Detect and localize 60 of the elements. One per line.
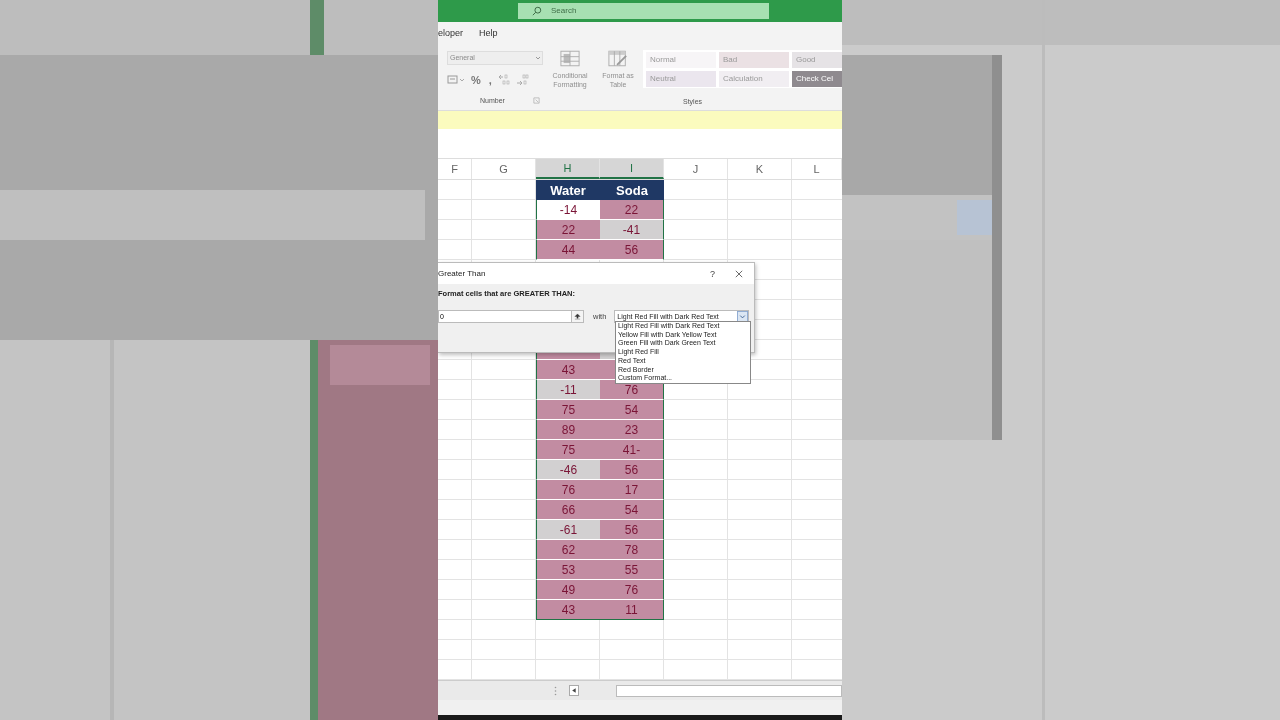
table-cell: 23	[600, 420, 664, 441]
table-cell: 89	[536, 420, 600, 441]
table-cell: -46	[536, 460, 600, 481]
table-cell: 55	[600, 560, 664, 581]
left-triangle-icon	[570, 687, 578, 695]
table-cell: -41	[600, 220, 664, 241]
table-cell: 44	[536, 240, 600, 261]
table-cell: 56	[600, 240, 664, 261]
table-cell: 49	[536, 580, 600, 601]
column-header[interactable]: J	[664, 159, 728, 180]
table-cell: 54	[600, 500, 664, 521]
table-cell: 56	[600, 520, 664, 541]
table-cell: 66	[536, 500, 600, 521]
help-button[interactable]: ?	[710, 268, 715, 279]
table-cell: 76	[536, 480, 600, 501]
number-style-button[interactable]: %	[469, 73, 483, 86]
close-icon[interactable]	[735, 269, 743, 278]
table-cell: -14	[536, 200, 600, 221]
table-header: Water	[536, 180, 600, 201]
search-field[interactable]: Search	[518, 2, 769, 19]
table-grid-icon	[560, 49, 580, 67]
table-cell: 76	[600, 580, 664, 601]
horizontal-scrollbar[interactable]	[616, 684, 842, 697]
dialog-launcher-icon[interactable]	[533, 96, 540, 104]
table-cell: 75	[536, 440, 600, 461]
table-cell: 22	[600, 200, 664, 221]
dialog-title: Greater Than	[438, 269, 487, 278]
table-cell: -61	[536, 520, 600, 541]
decrease-decimal-icon[interactable]	[515, 73, 530, 86]
table-cell: 43	[536, 600, 600, 621]
collapse-dialog-button[interactable]	[571, 310, 584, 323]
number-style-button[interactable]: ,	[486, 73, 494, 86]
ribbon-tab[interactable]: Help	[479, 27, 498, 38]
table-header: Soda	[600, 180, 664, 201]
ribbon-tab[interactable]: eloper	[438, 27, 464, 38]
caret-icon	[737, 311, 749, 322]
upload-arrow-icon	[574, 313, 581, 320]
table-cell: 53	[536, 560, 600, 581]
cell-style-option[interactable]: Check Cel	[792, 70, 842, 87]
table-cell: 54	[600, 400, 664, 421]
table-cell: 75	[536, 400, 600, 421]
table-brush-icon	[608, 49, 628, 67]
table-cell: 22	[536, 220, 600, 241]
table-cell: 43	[536, 360, 600, 381]
split-handle-icon[interactable]	[554, 685, 557, 696]
scroll-left-button[interactable]	[569, 685, 579, 697]
table-cell: 56	[600, 460, 664, 481]
table-cell: 41-	[600, 440, 664, 461]
table-cell: 17	[600, 480, 664, 501]
search-icon	[532, 5, 542, 16]
table-cell: 11	[600, 600, 664, 621]
table-cell: -11	[536, 380, 600, 401]
column-header[interactable]: K	[728, 159, 792, 180]
increase-decimal-icon[interactable]	[497, 73, 512, 86]
accounting-format-icon[interactable]	[447, 73, 465, 86]
column-header[interactable]: F	[438, 159, 472, 180]
column-header[interactable]: H	[536, 159, 600, 180]
table-cell: 78	[600, 540, 664, 561]
column-header[interactable]: I	[600, 159, 664, 180]
table-cell: 62	[536, 540, 600, 561]
